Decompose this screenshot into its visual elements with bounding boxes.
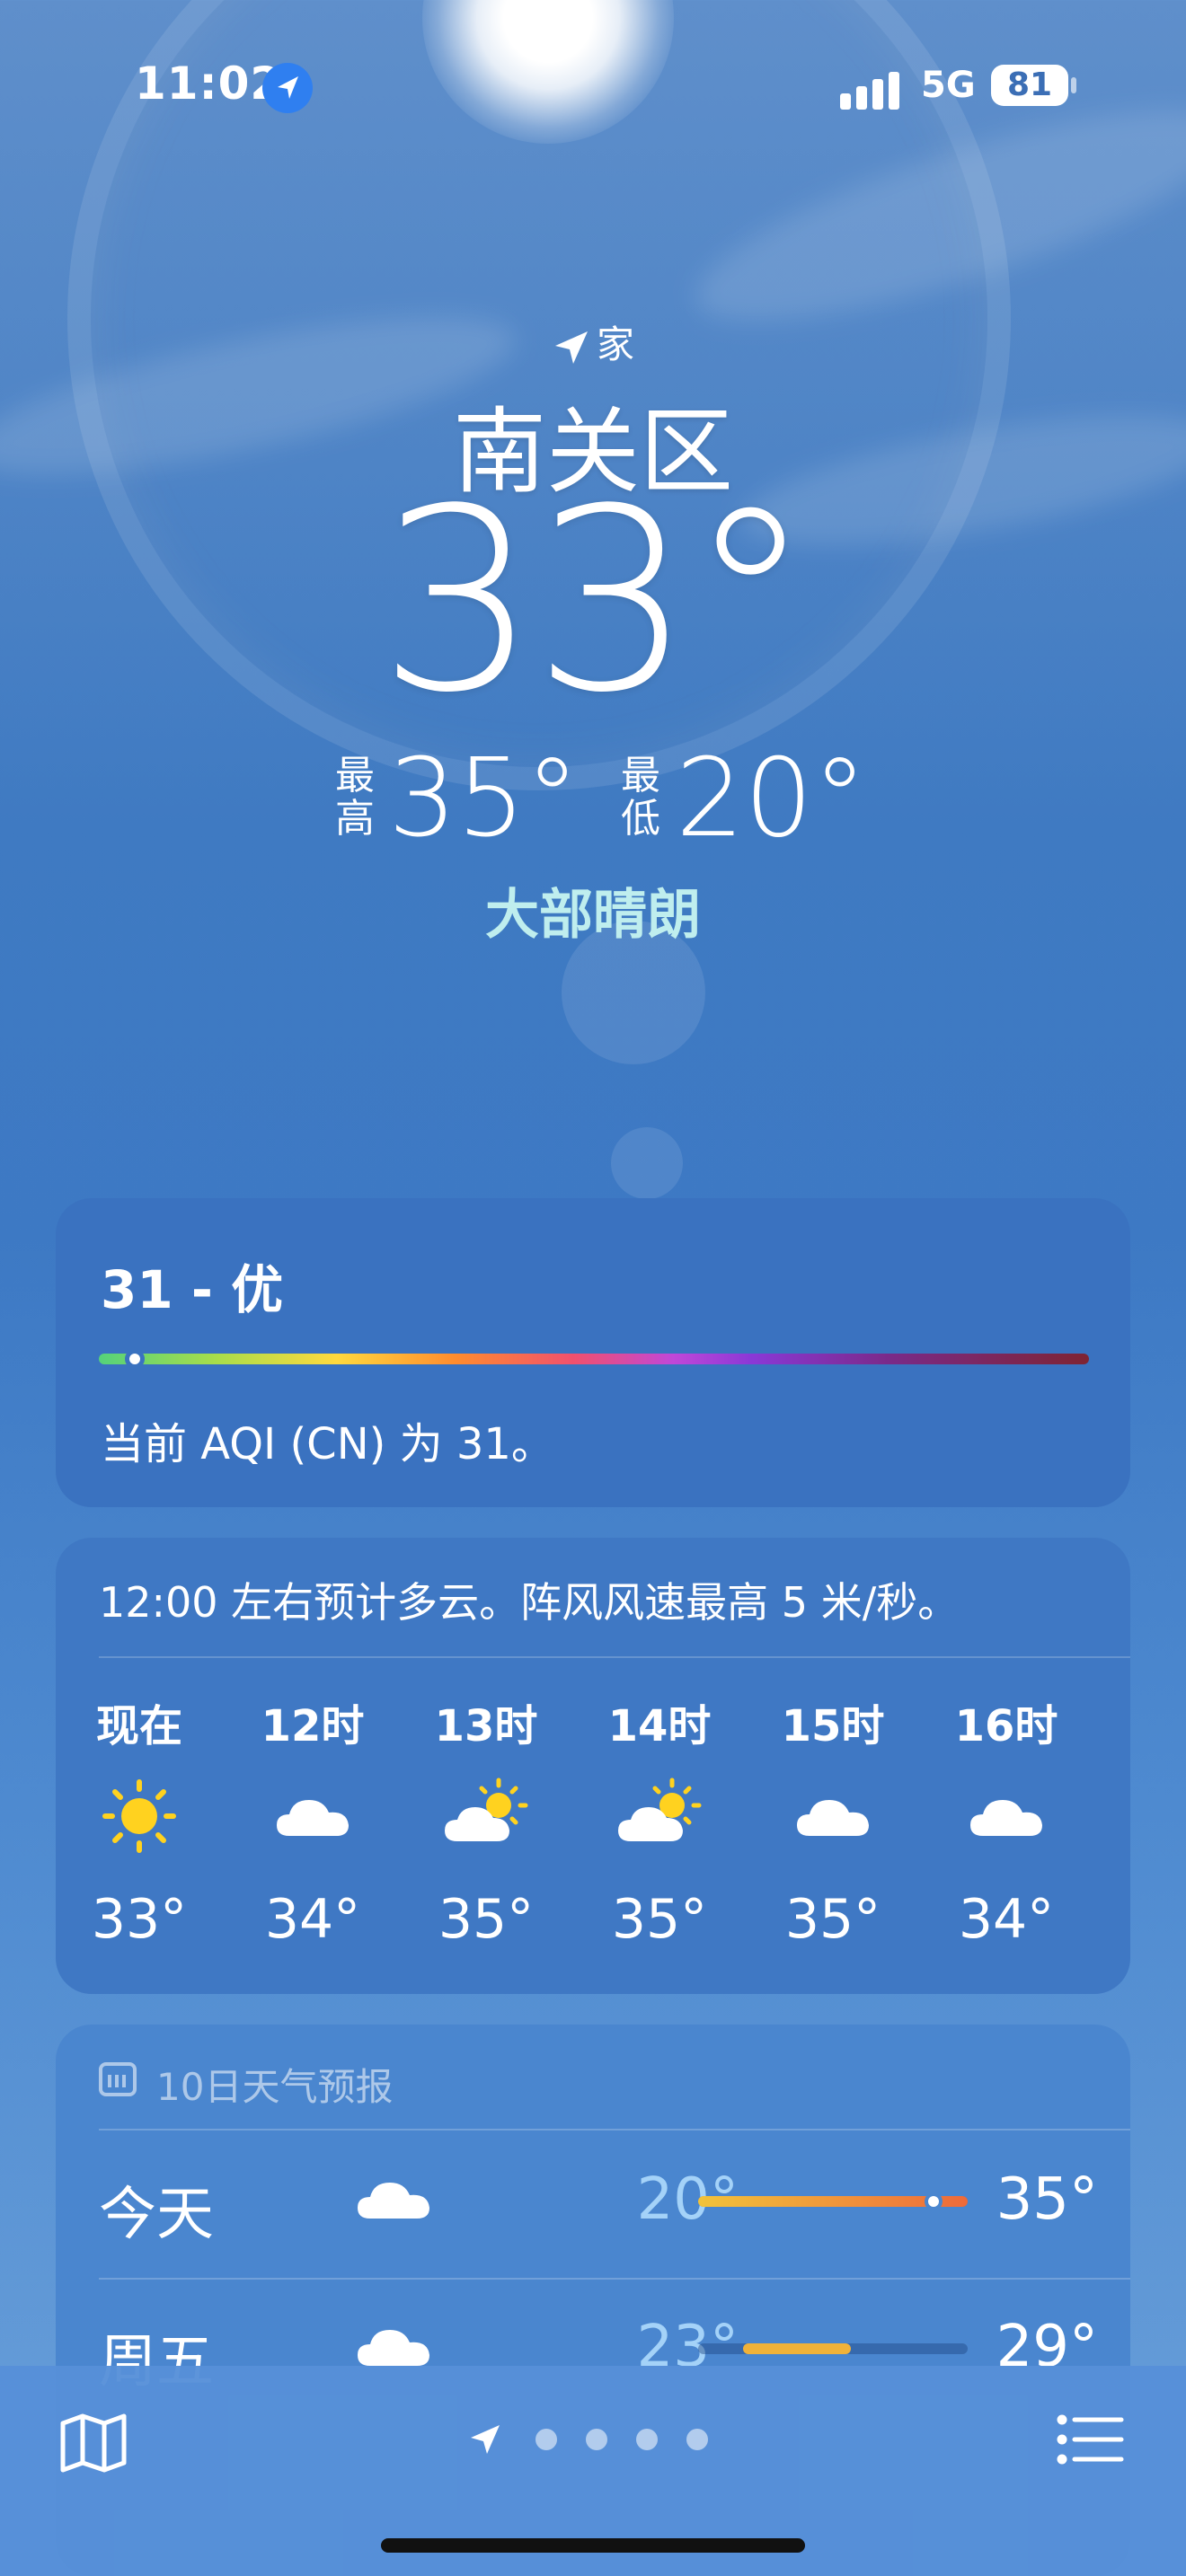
lens-flare	[611, 1127, 683, 1199]
hour-temperature: 35°	[611, 1888, 708, 1951]
hour-label: 14时	[607, 1701, 712, 1751]
location-arrow-icon	[471, 2425, 500, 2454]
high-temperature: 35°	[388, 737, 580, 861]
cloud-icon	[952, 1762, 1060, 1870]
hourly-forecast-card[interactable]: 12:00 左右预计多云。阵风风速最高 5 米/秒。 现在 33° 12时 34…	[56, 1538, 1130, 1994]
hour-temperature: 35°	[438, 1888, 535, 1951]
hour-label: 13时	[434, 1701, 538, 1751]
hour-label: 现在	[95, 1701, 182, 1751]
current-temp-marker	[925, 2192, 943, 2210]
status-bar: 11:02 5G 81	[0, 54, 1186, 117]
current-temperature: 33°	[377, 455, 813, 748]
temperature-range-fill	[743, 2343, 851, 2354]
page-indicator[interactable]	[467, 2422, 737, 2457]
aqi-value: 31 - 优	[101, 1259, 284, 1320]
battery-tip	[1071, 77, 1076, 93]
low-label: 最低	[621, 753, 660, 842]
cloud-icon	[779, 1762, 887, 1870]
location-arrow-icon	[262, 63, 313, 113]
aqi-scale-bar	[99, 1349, 1089, 1369]
cloud-icon	[352, 2319, 433, 2373]
divider	[99, 2129, 1130, 2130]
home-indicator[interactable]	[381, 2538, 805, 2553]
hour-label: 15时	[781, 1701, 885, 1751]
cloud-icon	[352, 2172, 433, 2226]
daily-header-label: 10日天气预报	[156, 2065, 394, 2109]
aqi-marker	[125, 1349, 145, 1369]
hour-item: 12时 34°	[245, 1690, 380, 1951]
page-dot[interactable]	[686, 2429, 708, 2450]
day-row[interactable]: 今天 20° 35°	[56, 2150, 1130, 2249]
hour-item: 现在 33°	[72, 1690, 207, 1951]
temperature-range-bar	[698, 2343, 968, 2354]
low-temperature: 20°	[676, 737, 867, 861]
cloud-icon	[259, 1762, 367, 1870]
aqi-card[interactable]: 31 - 优 当前 AQI (CN) 为 31。	[56, 1198, 1130, 1507]
map-icon[interactable]	[59, 2411, 128, 2475]
page-dot[interactable]	[586, 2429, 607, 2450]
page-dot[interactable]	[636, 2429, 658, 2450]
hour-item: 13时 35°	[419, 1690, 553, 1951]
battery-icon: 81	[991, 65, 1068, 106]
hour-temperature: 34°	[958, 1888, 1055, 1951]
hour-label: 16时	[954, 1701, 1058, 1751]
signal-bars-icon	[840, 65, 903, 110]
divider	[99, 1656, 1130, 1658]
battery-level: 81	[1006, 66, 1053, 103]
day-name: 今天	[99, 2182, 214, 2248]
sun-icon	[85, 1762, 193, 1870]
hour-item: 15时 35°	[766, 1690, 900, 1951]
hour-temperature: 33°	[91, 1888, 188, 1951]
clock: 11:02	[135, 57, 283, 110]
page-dot[interactable]	[535, 2429, 557, 2450]
network-type: 5G	[921, 65, 976, 106]
partly-cloudy-icon	[432, 1762, 540, 1870]
hour-label: 12时	[261, 1701, 365, 1751]
day-high: 35°	[996, 2166, 1098, 2233]
hour-temperature: 35°	[784, 1888, 881, 1951]
hour-item: 16时 34°	[939, 1690, 1074, 1951]
calendar-icon	[99, 2062, 137, 2096]
list-icon[interactable]	[1057, 2413, 1125, 2466]
home-label: 家	[596, 322, 634, 366]
high-label: 最高	[335, 753, 375, 842]
hour-temperature: 34°	[264, 1888, 361, 1951]
hourly-summary: 12:00 左右预计多云。阵风风速最高 5 米/秒。	[99, 1578, 960, 1627]
home-location-row: 家	[0, 314, 1186, 369]
location-arrow-icon	[554, 331, 588, 364]
temperature-range-bar	[698, 2192, 968, 2210]
partly-cloudy-icon	[606, 1762, 713, 1870]
aqi-description: 当前 AQI (CN) 为 31。	[101, 1419, 554, 1469]
condition-text: 大部晴朗	[485, 884, 701, 947]
divider	[99, 2278, 1130, 2280]
hour-item: 14时 35°	[592, 1690, 727, 1951]
